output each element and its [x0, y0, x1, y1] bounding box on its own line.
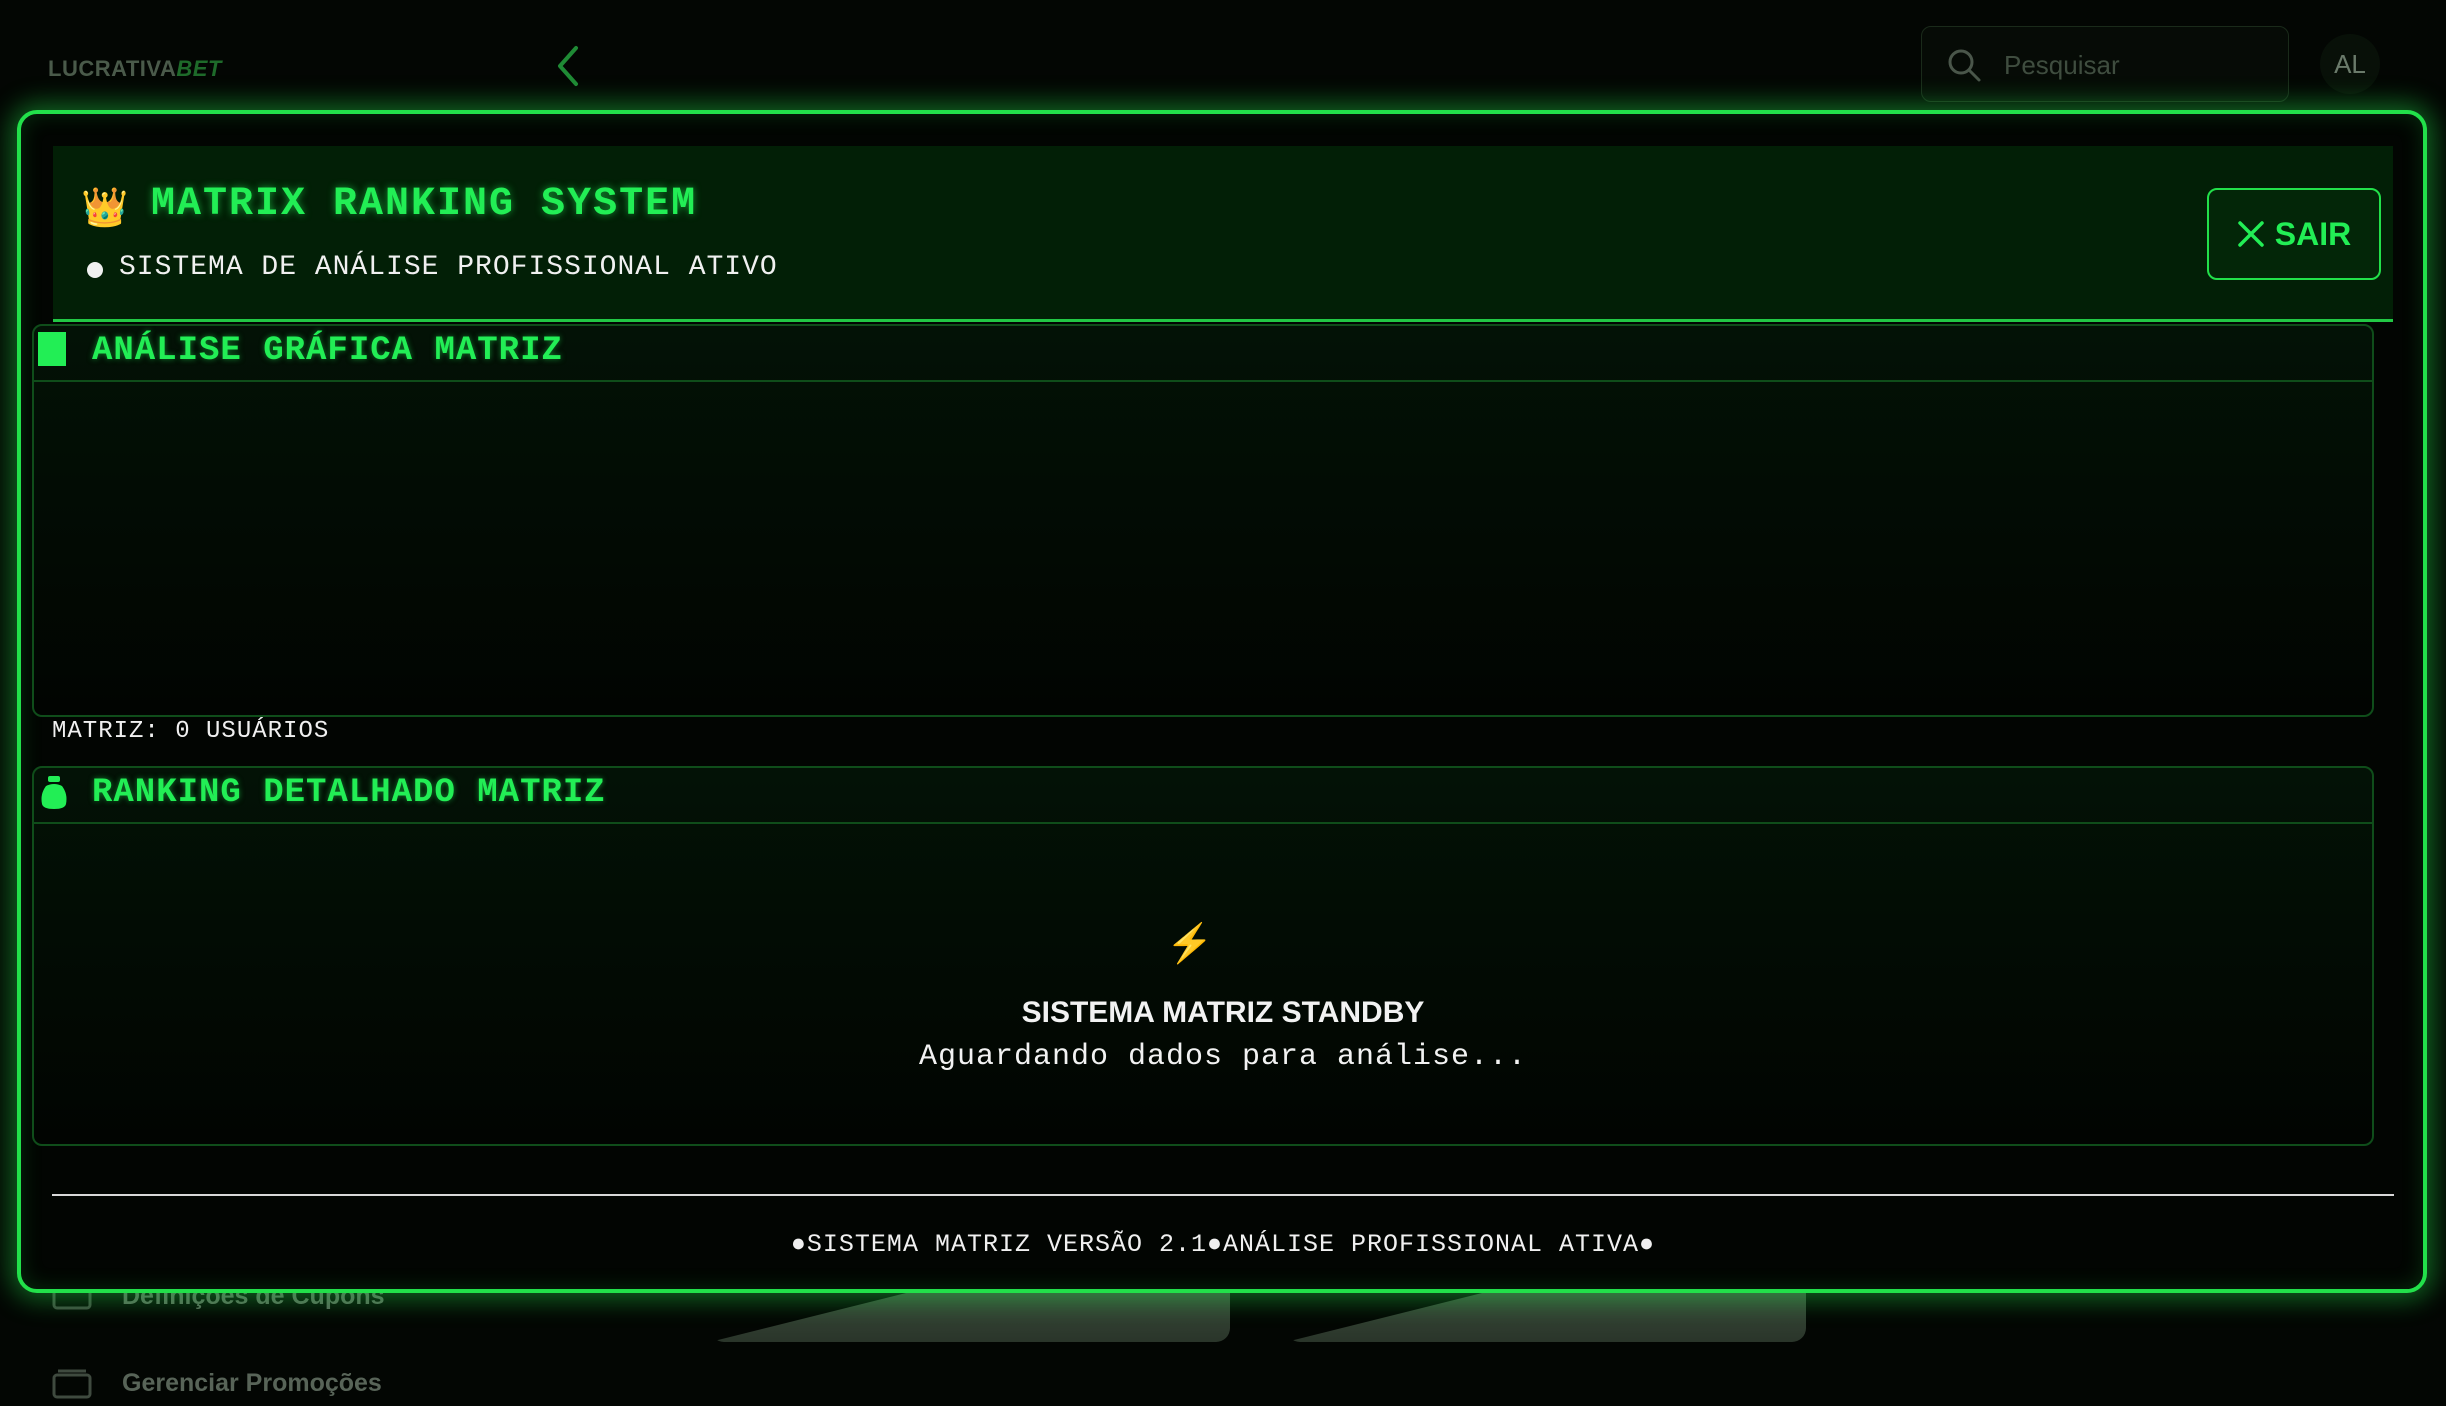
exit-button-label: SAIR: [2274, 215, 2352, 252]
standby-message: Aguardando dados para análise...: [918, 1040, 1528, 1074]
standby-title: SISTEMA MATRIZ STANDBY: [1021, 996, 1425, 1029]
logo[interactable]: LUCRATIVABET: [48, 56, 222, 82]
lightning-icon: ⚡: [1166, 923, 1214, 965]
close-icon: [2238, 221, 2264, 247]
search-icon: [1948, 49, 1981, 82]
status-dot-icon: [87, 262, 103, 278]
modal-subtitle: SISTEMA DE ANÁLISE PROFISSIONAL ATIVO: [119, 252, 778, 283]
modal-header: 👑 MATRIX RANKING SYSTEM SISTEMA DE ANÁLI…: [53, 146, 2393, 322]
logo-accent: BET: [176, 56, 222, 81]
avatar[interactable]: AL: [2320, 34, 2380, 94]
menu-item-promotions[interactable]: Gerenciar Promoções: [52, 1363, 382, 1403]
footer-text: ●SISTEMA MATRIZ VERSÃO 2.1●ANÁLISE PROFI…: [790, 1230, 1656, 1259]
chart-panel: ANÁLISE GRÁFICA MATRIZ: [32, 324, 2374, 717]
logo-text: LUCRATIVA: [48, 56, 177, 81]
footer-divider: [52, 1194, 2394, 1196]
chart-icon: [38, 332, 66, 366]
ranking-panel-header: RANKING DETALHADO MATRIZ: [34, 768, 2372, 824]
ranking-panel-title: RANKING DETALHADO MATRIZ: [92, 774, 606, 812]
promo-card: [710, 1290, 1230, 1342]
search-box[interactable]: [1921, 26, 2289, 102]
app-header: LUCRATIVABET AL: [0, 0, 2446, 120]
users-count: MATRIZ: 0 USUÁRIOS: [52, 718, 330, 745]
wallet-icon: [52, 1369, 92, 1399]
chart-panel-header: ANÁLISE GRÁFICA MATRIZ: [34, 326, 2372, 382]
search-input[interactable]: [2002, 41, 2276, 89]
modal-title: MATRIX RANKING SYSTEM: [151, 182, 698, 227]
exit-button[interactable]: SAIR: [2207, 188, 2381, 280]
crown-icon: 👑: [81, 187, 129, 229]
money-bag-icon: [41, 776, 67, 809]
promo-card: [1286, 1290, 1806, 1342]
chart-panel-title: ANÁLISE GRÁFICA MATRIZ: [92, 332, 563, 370]
chart-area: [34, 382, 2372, 717]
menu-item-label: Gerenciar Promoções: [122, 1368, 382, 1397]
chevron-left-icon[interactable]: [552, 44, 586, 88]
